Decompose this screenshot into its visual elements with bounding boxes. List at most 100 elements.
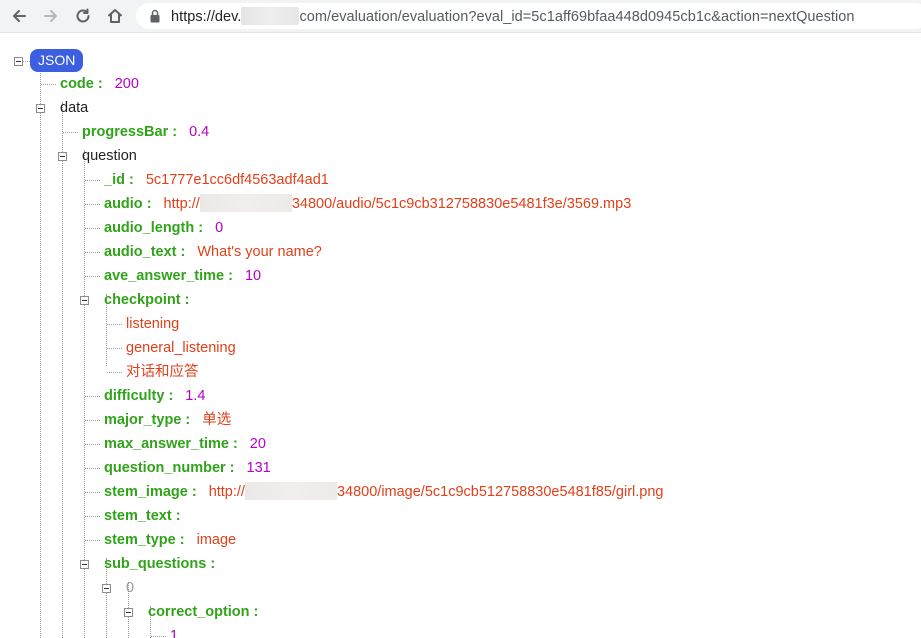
key-label: major_type : xyxy=(104,412,191,428)
tree-connector xyxy=(85,468,100,469)
tree-row-question-number: question_number : 131 xyxy=(104,458,271,478)
forward-button[interactable] xyxy=(39,4,63,28)
tree-row-audio-text: audio_text : What's your name? xyxy=(104,242,322,262)
tree-connector xyxy=(85,252,100,253)
url-suffix: com/evaluation/evaluation?eval_id=5c1aff… xyxy=(299,9,855,25)
tree-connector xyxy=(107,324,122,325)
node-label: question xyxy=(82,148,137,164)
key-label: question_number : xyxy=(104,460,235,476)
tree-row-major-type: major_type : 单选 xyxy=(104,410,231,430)
string-value: http:// 34800/image/5c1c9cb512758830e5481… xyxy=(208,482,664,500)
node-label: data xyxy=(60,100,89,116)
redacted-block xyxy=(199,194,292,212)
key-label: checkpoint : xyxy=(104,292,190,308)
tree-guide-line xyxy=(40,54,41,638)
key-label: difficulty : xyxy=(104,388,174,404)
collapse-toggle-sub-questions[interactable] xyxy=(80,560,89,569)
tree-row-stem-text: stem_text : xyxy=(104,506,181,526)
tree-connector xyxy=(85,228,100,229)
key-label: progressBar : xyxy=(82,124,178,140)
tree-connector xyxy=(85,420,100,421)
key-label: sub_questions : xyxy=(104,556,216,572)
number-value: 20 xyxy=(249,436,266,452)
string-value: 单选 xyxy=(202,412,232,428)
collapse-toggle-data[interactable] xyxy=(36,104,45,113)
url-text: https://dev. com/evaluation/evaluation?ev… xyxy=(171,7,855,25)
json-root-badge[interactable]: JSON xyxy=(30,49,84,72)
tree-connector xyxy=(85,492,100,493)
key-label: ave_answer_time : xyxy=(104,268,233,284)
redacted-block xyxy=(244,482,337,500)
tree-row-ave-answer-time: ave_answer_time : 10 xyxy=(104,266,261,286)
tree-row-stem-image: stem_image : http:// 34800/image/5c1c9cb51… xyxy=(104,482,664,502)
array-index-label: 0 xyxy=(126,580,135,596)
array-string-value: 对话和应答 xyxy=(126,364,199,380)
tree-row-checkpoint-item: 对话和应答 xyxy=(126,362,199,382)
collapse-toggle-root[interactable] xyxy=(14,57,23,66)
tree-row-index-0: 0 xyxy=(126,578,134,598)
array-string-value: general_listening xyxy=(126,340,236,356)
string-value: What's your name? xyxy=(197,244,322,260)
url-prefix: https://dev. xyxy=(171,9,242,25)
url-start: http:// xyxy=(163,196,200,212)
collapse-toggle-checkpoint[interactable] xyxy=(80,296,89,305)
number-value: 10 xyxy=(244,268,262,284)
string-value: image xyxy=(196,532,237,548)
tree-connector xyxy=(151,636,166,637)
url-redacted-block xyxy=(241,7,300,25)
key-label: audio_text : xyxy=(104,244,186,260)
key-label: stem_image : xyxy=(104,484,197,500)
tree-row-checkpoint-item: listening xyxy=(126,314,179,334)
number-value: 0.4 xyxy=(189,124,210,140)
home-button[interactable] xyxy=(103,4,127,28)
tree-row-stem-type: stem_type : image xyxy=(104,530,236,550)
tree-connector xyxy=(107,372,122,373)
home-icon xyxy=(108,9,122,23)
number-value: 1.4 xyxy=(185,388,206,404)
key-label: max_answer_time : xyxy=(104,436,238,452)
key-label: stem_type : xyxy=(104,532,185,548)
string-value: 5c1777e1cc6df4563adf4ad1 xyxy=(145,172,329,188)
reload-button[interactable] xyxy=(71,4,95,28)
tree-row-sub-questions: sub_questions : xyxy=(104,554,215,574)
key-label: audio_length : xyxy=(104,220,204,236)
number-value: 0 xyxy=(215,220,224,236)
tree-row-progressbar: progressBar : 0.4 xyxy=(82,122,209,142)
tree-connector xyxy=(85,540,100,541)
tree-row-data: data xyxy=(60,98,88,118)
reload-icon xyxy=(76,8,90,23)
number-value: 1 xyxy=(170,628,179,638)
string-value: http:// 34800/audio/5c1c9cb312758830e5481… xyxy=(163,194,632,212)
tree-row-difficulty: difficulty : 1.4 xyxy=(104,386,205,406)
tree-connector xyxy=(85,444,100,445)
tree-row-question: question xyxy=(82,146,137,166)
tree-connector xyxy=(41,84,56,85)
number-value: 131 xyxy=(246,460,271,476)
collapse-toggle-question[interactable] xyxy=(58,152,67,161)
tree-row-correct-option-value: 1 xyxy=(170,626,178,638)
url-end: 34800/audio/5c1c9cb312758830e5481f3e/356… xyxy=(291,196,632,212)
address-bar[interactable]: https://dev. com/evaluation/evaluation?ev… xyxy=(136,3,921,29)
back-button[interactable] xyxy=(7,4,31,28)
key-label: code : xyxy=(60,76,103,92)
tree-connector xyxy=(85,516,100,517)
tree-row-audio: audio : http:// 34800/audio/5c1c9cb3127588… xyxy=(104,194,631,214)
url-end: 34800/image/5c1c9cb512758830e5481f85/gir… xyxy=(336,484,664,500)
key-label: _id : xyxy=(104,172,134,188)
tree-connector xyxy=(63,132,78,133)
key-label: audio : xyxy=(104,196,152,212)
tree-row-checkpoint-item: general_listening xyxy=(126,338,236,358)
browser-toolbar: https://dev. com/evaluation/evaluation?ev… xyxy=(0,0,921,33)
key-label: correct_option : xyxy=(148,604,259,620)
tree-row-max-answer-time: max_answer_time : 20 xyxy=(104,434,266,454)
collapse-toggle-index-0[interactable] xyxy=(102,584,111,593)
array-string-value: listening xyxy=(126,316,180,332)
tree-connector xyxy=(22,61,30,62)
tree-connector xyxy=(85,180,100,181)
number-value: 200 xyxy=(114,76,139,92)
collapse-toggle-correct-option[interactable] xyxy=(124,608,133,617)
url-start: http:// xyxy=(208,484,245,500)
tree-row-correct-option: correct_option : xyxy=(148,602,258,622)
json-tree-viewer: JSON code :200 data progressBar :0.4 que… xyxy=(0,32,921,638)
key-label: stem_text : xyxy=(104,508,181,524)
